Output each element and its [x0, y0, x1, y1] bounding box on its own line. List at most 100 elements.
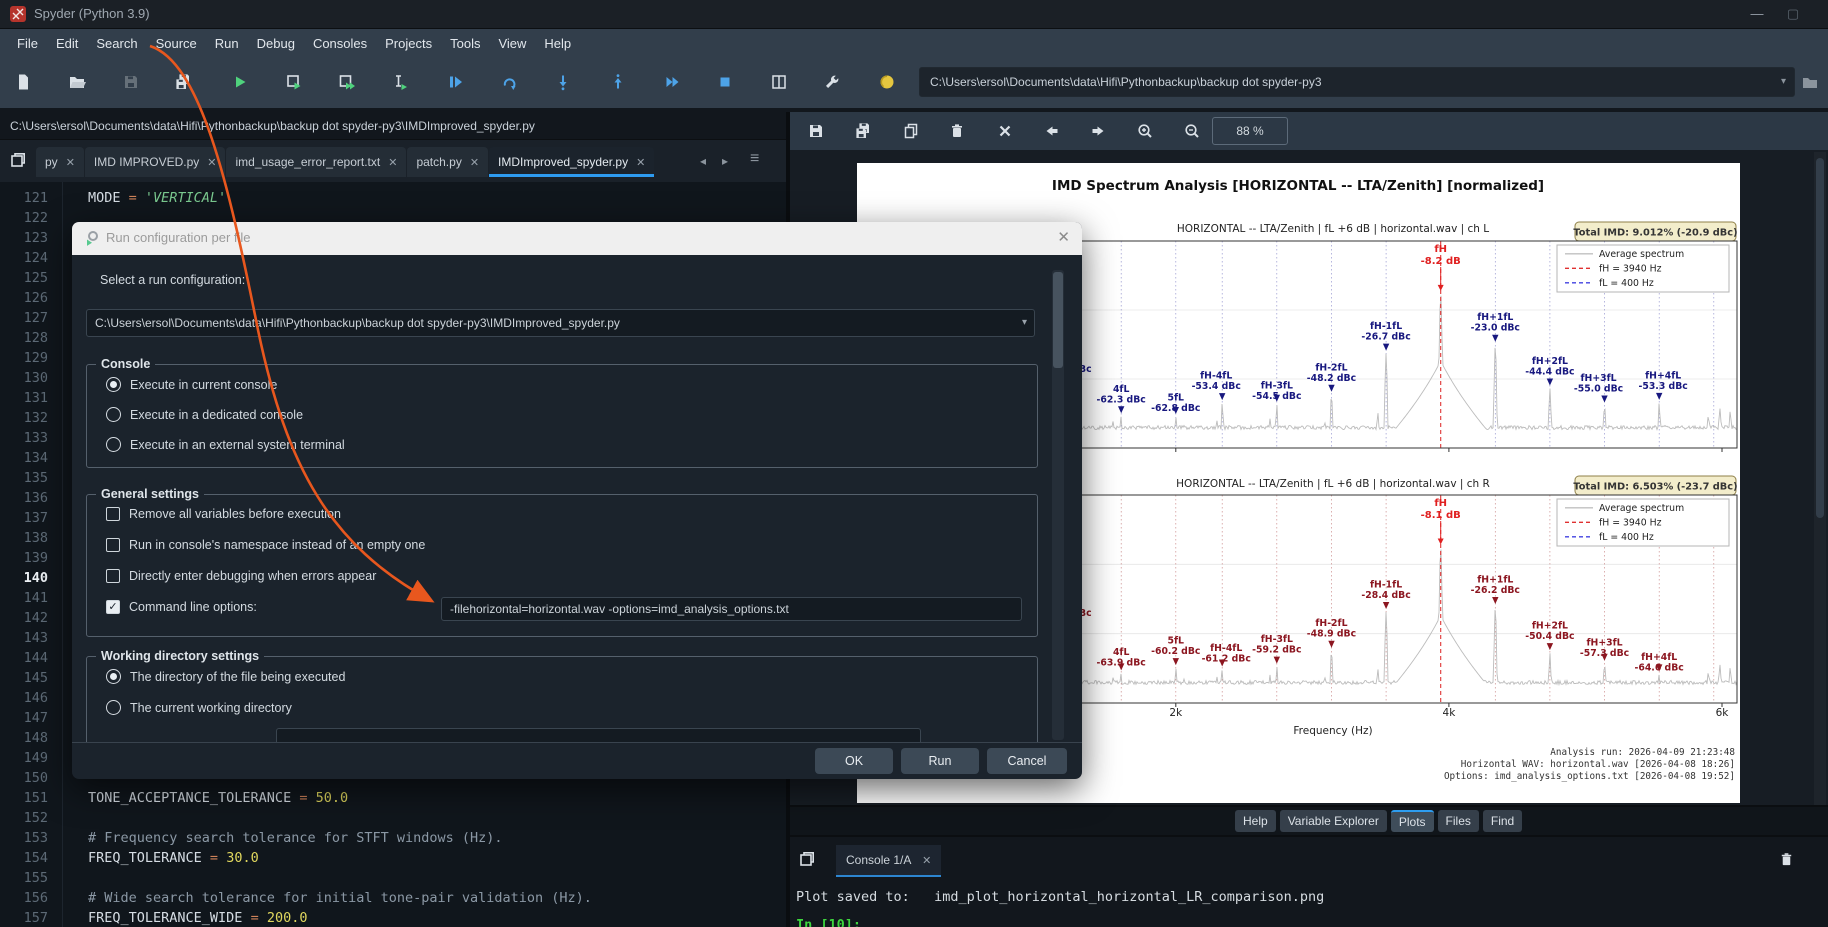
step-into-icon[interactable]: [550, 69, 576, 95]
dialog-title-bar[interactable]: Run configuration per file ✕: [72, 222, 1082, 255]
previous-plot-icon[interactable]: [1040, 119, 1064, 143]
browse-tabs-icon[interactable]: [798, 850, 816, 873]
close-icon[interactable]: ✕: [66, 157, 75, 169]
run-current-line-icon[interactable]: [496, 69, 522, 95]
close-icon[interactable]: ✕: [470, 157, 479, 169]
checkbox-icon[interactable]: [106, 538, 120, 552]
console-tab[interactable]: Console 1/A ✕: [836, 845, 941, 877]
pane-tab-find[interactable]: Find: [1483, 810, 1522, 832]
plot-zoom-level[interactable]: 88 %: [1212, 117, 1288, 145]
remove-all-plots-icon[interactable]: [993, 119, 1017, 143]
code-line-155[interactable]: 155: [0, 868, 786, 888]
pane-tab-plots[interactable]: Plots: [1391, 810, 1434, 832]
close-icon[interactable]: ✕: [922, 855, 931, 867]
editor-tab-imd-improved-py[interactable]: IMD IMPROVED.py✕: [85, 147, 226, 177]
code-line-121[interactable]: 121MODE = 'VERTICAL': [0, 188, 786, 208]
copy-plot-icon[interactable]: [899, 119, 923, 143]
editor-tab-imd-usage-error-report-txt[interactable]: imd_usage_error_report.txt✕: [226, 147, 406, 177]
pane-tab-variable-explorer[interactable]: Variable Explorer: [1280, 810, 1387, 832]
menu-view[interactable]: View: [489, 32, 535, 55]
code-line-153[interactable]: 153# Frequency search tolerance for STFT…: [0, 828, 786, 848]
menu-file[interactable]: File: [8, 32, 47, 55]
menu-help[interactable]: Help: [535, 32, 580, 55]
zoom-in-icon[interactable]: [1133, 119, 1157, 143]
continue-icon[interactable]: [659, 69, 685, 95]
run-selection-icon[interactable]: [387, 69, 413, 95]
radio-execute-in-a-dedicated-console[interactable]: Execute in a dedicated console: [106, 407, 303, 422]
remove-plot-icon[interactable]: [945, 119, 969, 143]
radio-icon[interactable]: [106, 377, 121, 392]
stop-icon[interactable]: [712, 69, 738, 95]
editor-tab-patch-py[interactable]: patch.py✕: [407, 147, 488, 177]
custom-directory-input[interactable]: [276, 728, 921, 743]
trash-icon[interactable]: [1778, 851, 1795, 873]
close-icon[interactable]: ✕: [636, 157, 645, 169]
save-all-icon[interactable]: [171, 69, 197, 95]
run-icon[interactable]: [227, 69, 253, 95]
pane-tab-help[interactable]: Help: [1235, 810, 1276, 832]
maximize-button[interactable]: ▢: [1778, 2, 1808, 26]
menu-source[interactable]: Source: [147, 32, 206, 55]
menu-edit[interactable]: Edit: [47, 32, 87, 55]
command-line-options-input[interactable]: -filehorizontal=horizontal.wav -options=…: [441, 597, 1022, 621]
checkbox-directly-enter-debugging-when-errors-appear[interactable]: Directly enter debugging when errors app…: [106, 569, 376, 583]
plots-scrollbar-thumb[interactable]: [1816, 158, 1824, 518]
run-cell-icon[interactable]: [281, 69, 307, 95]
radio-icon[interactable]: [106, 700, 121, 715]
maximize-pane-icon[interactable]: [766, 69, 792, 95]
checkbox-command-line-options-[interactable]: ✓Command line options:: [106, 600, 257, 614]
console-prompt[interactable]: In [10]:: [796, 917, 861, 927]
checkbox-remove-all-variables-before-execution[interactable]: Remove all variables before execution: [106, 507, 341, 521]
scroll-tabs-right-icon[interactable]: ▸: [722, 154, 728, 168]
checkbox-icon[interactable]: ✓: [106, 600, 120, 614]
editor-tab-imdimproved-spyder-py[interactable]: IMDImproved_spyder.py✕: [489, 147, 654, 177]
run-button[interactable]: Run: [901, 748, 979, 774]
radio-the-directory-of-the-file-being-executed[interactable]: The directory of the file being executed: [106, 669, 345, 684]
menu-tools[interactable]: Tools: [441, 32, 489, 55]
editor-options-menu-icon[interactable]: ≡: [750, 150, 759, 168]
python-path-icon[interactable]: [874, 69, 900, 95]
code-line-151[interactable]: 151TONE_ACCEPTANCE_TOLERANCE = 50.0: [0, 788, 786, 808]
save-all-plots-icon[interactable]: [852, 119, 876, 143]
radio-icon[interactable]: [106, 407, 121, 422]
pane-tab-files[interactable]: Files: [1438, 810, 1479, 832]
config-path-combo[interactable]: C:\Users\ersol\Documents\data\Hifi\Pytho…: [86, 309, 1035, 337]
code-line-154[interactable]: 154FREQ_TOLERANCE = 30.0: [0, 848, 786, 868]
checkbox-icon[interactable]: [106, 569, 120, 583]
plots-scrollbar[interactable]: [1814, 152, 1826, 843]
close-icon[interactable]: ✕: [207, 157, 216, 169]
browse-working-directory-icon[interactable]: [1797, 69, 1823, 95]
step-out-icon[interactable]: [605, 69, 631, 95]
radio-execute-in-current-console[interactable]: Execute in current console: [106, 377, 277, 392]
radio-icon[interactable]: [106, 669, 121, 684]
checkbox-icon[interactable]: [106, 507, 120, 521]
scroll-tabs-left-icon[interactable]: ◂: [700, 154, 706, 168]
radio-execute-in-an-external-system-terminal[interactable]: Execute in an external system terminal: [106, 437, 345, 452]
menu-run[interactable]: Run: [206, 32, 248, 55]
menu-projects[interactable]: Projects: [376, 32, 441, 55]
open-file-icon[interactable]: [64, 69, 90, 95]
minimize-button[interactable]: —: [1742, 2, 1772, 26]
radio-icon[interactable]: [106, 437, 121, 452]
code-line-157[interactable]: 157FREQ_TOLERANCE_WIDE = 200.0: [0, 908, 786, 927]
next-plot-icon[interactable]: [1086, 119, 1110, 143]
working-directory-combo[interactable]: C:\Users\ersol\Documents\data\Hifi\Pytho…: [919, 67, 1795, 97]
menu-debug[interactable]: Debug: [248, 32, 304, 55]
new-file-icon[interactable]: [10, 69, 36, 95]
save-plot-icon[interactable]: [804, 119, 828, 143]
run-cell-advance-icon[interactable]: [334, 69, 360, 95]
checkbox-run-in-console's-namespace-instead-of-an-empty-one[interactable]: Run in console's namespace instead of an…: [106, 538, 425, 552]
dialog-scrollbar[interactable]: [1052, 270, 1064, 740]
menu-search[interactable]: Search: [87, 32, 146, 55]
radio-the-current-working-directory[interactable]: The current working directory: [106, 700, 292, 715]
close-icon[interactable]: ✕: [388, 157, 397, 169]
browse-tabs-icon[interactable]: [9, 151, 27, 174]
code-line-152[interactable]: 152: [0, 808, 786, 828]
editor-tab-py[interactable]: py✕: [36, 147, 84, 177]
zoom-out-icon[interactable]: [1180, 119, 1204, 143]
cancel-button[interactable]: Cancel: [987, 748, 1067, 774]
code-line-156[interactable]: 156# Wide search tolerance for initial t…: [0, 888, 786, 908]
tools-icon[interactable]: [819, 69, 845, 95]
dialog-scrollbar-thumb[interactable]: [1053, 272, 1063, 368]
close-icon[interactable]: ✕: [1057, 228, 1070, 246]
